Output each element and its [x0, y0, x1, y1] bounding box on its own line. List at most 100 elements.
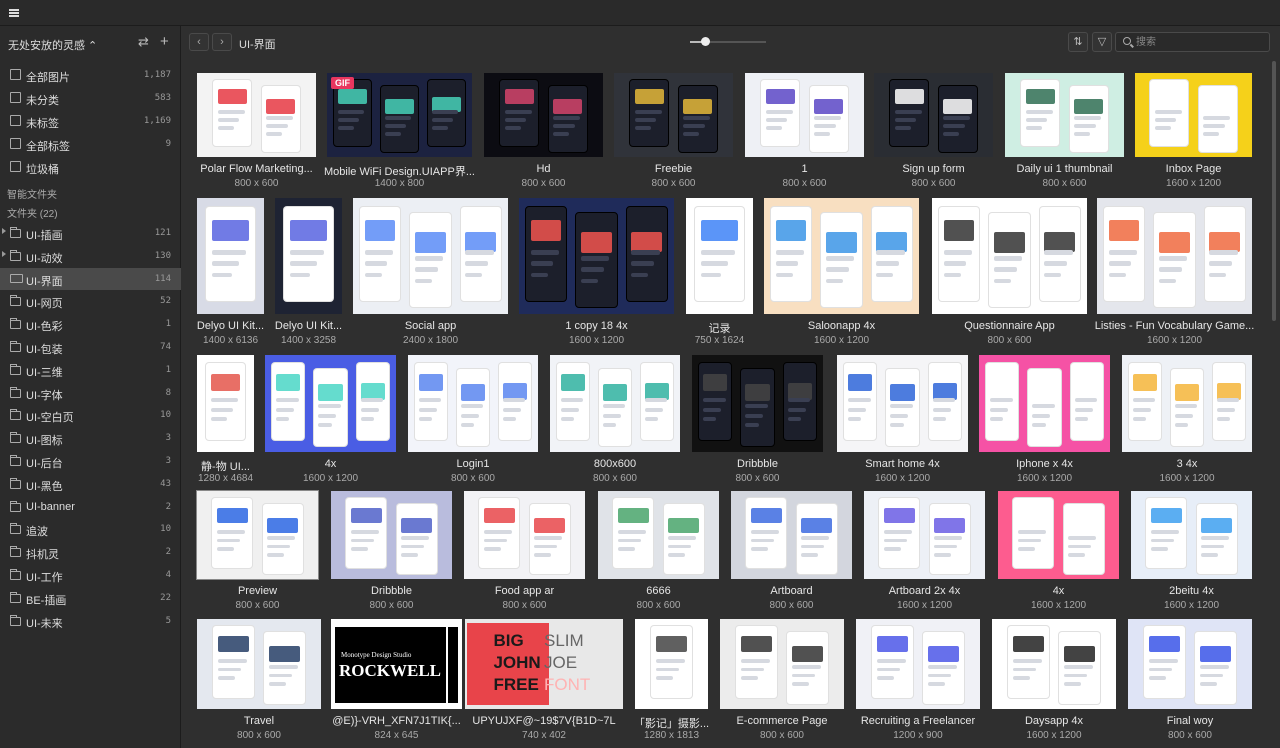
sidebar-folder[interactable]: UI-黑色 43	[0, 473, 181, 495]
image-tile[interactable]: 3 4x 1600 x 1200	[1122, 355, 1252, 484]
image-thumbnail[interactable]	[856, 619, 980, 709]
image-thumbnail[interactable]: Monotype Design Studio ROCKWELL	[331, 619, 462, 709]
image-tile[interactable]: 4x 1600 x 1200	[265, 355, 396, 484]
image-tile[interactable]: Daysapp 4x 1600 x 1200	[992, 619, 1116, 741]
image-thumbnail[interactable]	[265, 355, 396, 452]
image-thumbnail[interactable]	[874, 73, 993, 157]
image-thumbnail[interactable]: BIG SLIM JOHN JOE FREE FONT	[465, 619, 623, 709]
sidebar-folder[interactable]: UI-banner 2	[0, 496, 181, 518]
image-tile[interactable]: Artboard 800 x 600	[731, 491, 852, 611]
menu-icon[interactable]	[9, 9, 19, 17]
image-tile[interactable]: Dribbble 800 x 600	[331, 491, 452, 611]
image-tile[interactable]: Artboard 2x 4x 1600 x 1200	[864, 491, 985, 611]
image-thumbnail[interactable]	[197, 355, 254, 452]
sidebar-folder[interactable]: UI-色彩 1	[0, 313, 181, 335]
image-thumbnail[interactable]	[837, 355, 968, 452]
image-thumbnail[interactable]	[692, 355, 823, 452]
forward-button[interactable]: ›	[212, 33, 232, 51]
sidebar-folder[interactable]: UI-后台 3	[0, 450, 181, 472]
image-thumbnail[interactable]	[979, 355, 1110, 452]
image-tile[interactable]: Hd 800 x 600	[484, 73, 603, 189]
image-tile[interactable]: Delyo UI Kit... 1400 x 3258	[275, 198, 342, 346]
image-tile[interactable]: Social app 2400 x 1800	[353, 198, 508, 346]
image-tile[interactable]: Saloonapp 4x 1600 x 1200	[764, 198, 919, 346]
image-thumbnail[interactable]	[464, 491, 585, 579]
sidebar-folder[interactable]: UI-插画 121	[0, 222, 181, 244]
filter-button[interactable]: ▽	[1092, 32, 1112, 52]
image-tile[interactable]: GIF Mobile WiFi Design.UIAPP界... 1400 x 80…	[324, 73, 475, 189]
sidebar-folder[interactable]: UI-包装 74	[0, 336, 181, 358]
image-thumbnail[interactable]	[992, 619, 1116, 709]
sidebar-item[interactable]: 垃圾桶	[0, 156, 181, 178]
image-tile[interactable]: 6666 800 x 600	[598, 491, 719, 611]
image-tile[interactable]: Freebie 800 x 600	[614, 73, 733, 189]
image-thumbnail[interactable]	[331, 491, 452, 579]
add-icon[interactable]: +	[160, 34, 169, 49]
image-tile[interactable]: Inbox Page 1600 x 1200	[1135, 73, 1252, 189]
image-thumbnail[interactable]	[745, 73, 864, 157]
sidebar-folder[interactable]: UI-字体 8	[0, 382, 181, 404]
sidebar-folder[interactable]: UI-三维 1	[0, 359, 181, 381]
image-thumbnail[interactable]	[1122, 355, 1252, 452]
image-thumbnail[interactable]	[635, 619, 708, 709]
library-switcher[interactable]: 无处安放的灵感 ⌃ ⇄ +	[0, 26, 181, 60]
image-thumbnail[interactable]	[550, 355, 680, 452]
image-tile[interactable]: BIG SLIM JOHN JOE FREE FONT UPYUJXF@~19$7V{B1D…	[465, 619, 623, 741]
image-thumbnail[interactable]	[196, 490, 319, 580]
image-thumbnail[interactable]	[519, 198, 674, 314]
image-tile[interactable]: Delyo UI Kit... 1400 x 6136	[197, 198, 264, 346]
expand-arrow-icon[interactable]	[2, 250, 6, 257]
scrollbar-thumb[interactable]	[1272, 61, 1276, 321]
image-tile[interactable]: Food app ar 800 x 600	[464, 491, 585, 611]
image-tile[interactable]: Dribbble 800 x 600	[692, 355, 823, 484]
sidebar-folder[interactable]: UI-界面 114	[0, 267, 181, 290]
image-thumbnail[interactable]	[197, 619, 321, 709]
sort-button[interactable]: ⇅	[1068, 32, 1088, 52]
zoom-slider-handle[interactable]	[701, 37, 711, 46]
image-thumbnail[interactable]	[1128, 619, 1252, 709]
back-button[interactable]: ‹	[189, 33, 209, 51]
image-tile[interactable]: Listies - Fun Vocabulary Game... 1600 x 1…	[1095, 198, 1254, 346]
image-tile[interactable]: 1 800 x 600	[745, 73, 864, 189]
image-tile[interactable]: 静-物 UI... 1280 x 4684	[197, 355, 254, 484]
sidebar-folder[interactable]: UI-工作 4	[0, 564, 181, 586]
image-tile[interactable]: Sign up form 800 x 600	[874, 73, 993, 189]
image-tile[interactable]: 800x600 800 x 600	[550, 355, 680, 484]
swap-icon[interactable]: ⇄	[138, 35, 149, 49]
grid-scrollbar[interactable]	[1271, 59, 1277, 748]
image-tile[interactable]: Travel 800 x 600	[197, 619, 321, 741]
expand-arrow-icon[interactable]	[2, 228, 6, 234]
image-thumbnail[interactable]	[197, 73, 316, 157]
image-tile[interactable]: Monotype Design Studio ROCKWELL @E)}-VRH_X…	[331, 619, 462, 741]
image-thumbnail[interactable]	[720, 619, 844, 709]
image-tile[interactable]: Questionnaire App 800 x 600	[932, 198, 1087, 346]
image-thumbnail[interactable]	[686, 198, 753, 314]
sidebar-item[interactable]: 未分类 583	[0, 87, 181, 109]
image-thumbnail[interactable]	[932, 198, 1087, 314]
image-tile[interactable]: 「影记」摄影... 1280 x 1813	[634, 619, 709, 741]
search-box[interactable]	[1115, 32, 1270, 52]
image-tile[interactable]: Preview 800 x 600	[196, 490, 319, 611]
image-thumbnail[interactable]	[864, 491, 985, 579]
image-tile[interactable]: E-commerce Page 800 x 600	[720, 619, 844, 741]
image-thumbnail[interactable]	[197, 198, 264, 314]
sidebar-item[interactable]: 全部图片 1,187	[0, 64, 181, 86]
image-tile[interactable]: Iphone x 4x 1600 x 1200	[979, 355, 1110, 484]
library-name[interactable]: 无处安放的灵感 ⌃	[8, 37, 97, 53]
image-tile[interactable]: Smart home 4x 1600 x 1200	[837, 355, 968, 484]
image-tile[interactable]: 4x 1600 x 1200	[998, 491, 1119, 611]
sidebar-folder[interactable]: BE-插画 22	[0, 587, 181, 609]
image-thumbnail[interactable]	[764, 198, 919, 314]
image-thumbnail[interactable]	[408, 355, 538, 452]
image-tile[interactable]: 2beitu 4x 1600 x 1200	[1131, 491, 1252, 611]
image-thumbnail[interactable]	[275, 198, 342, 314]
sidebar-folder[interactable]: UI-未来 5	[0, 610, 181, 632]
sidebar-item[interactable]: 未标签 1,169	[0, 110, 181, 132]
image-thumbnail[interactable]	[1005, 73, 1124, 157]
image-thumbnail[interactable]	[1097, 198, 1252, 314]
sidebar-folder[interactable]: 追波 10	[0, 518, 181, 540]
image-thumbnail[interactable]	[598, 491, 719, 579]
image-thumbnail[interactable]	[731, 491, 852, 579]
sidebar-item[interactable]: 全部标签 9	[0, 133, 181, 155]
image-tile[interactable]: 1 copy 18 4x 1600 x 1200	[519, 198, 674, 346]
